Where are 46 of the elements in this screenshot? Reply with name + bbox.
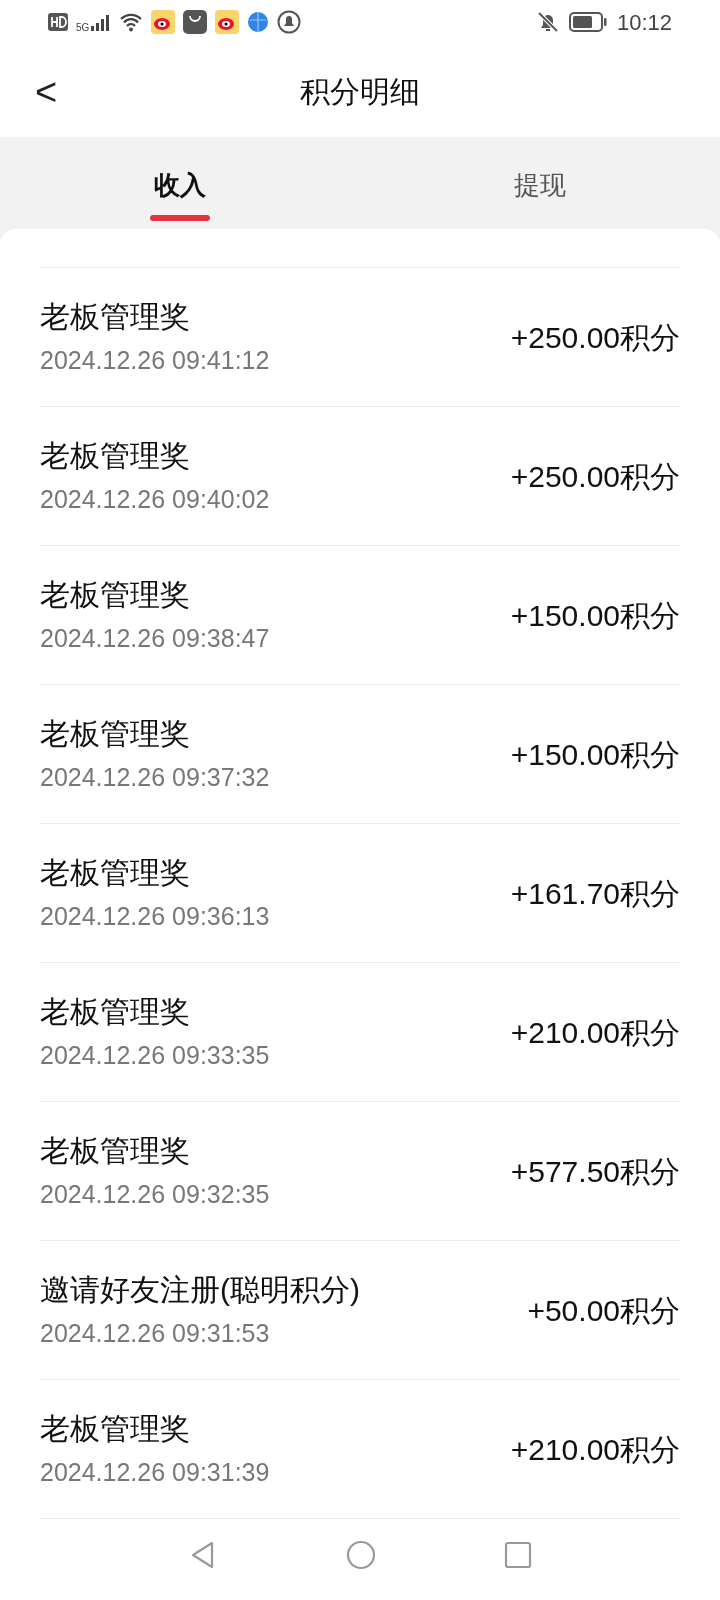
record-title: 老板管理奖 — [40, 855, 191, 892]
record-title: 老板管理奖 — [40, 1411, 191, 1448]
record-amount: +50.00积分 — [527, 1292, 680, 1329]
globe-icon — [247, 11, 270, 34]
recent-apps-icon[interactable] — [504, 1540, 532, 1569]
record-title: 老板管理奖 — [40, 716, 191, 753]
record-title: 老板管理奖 — [40, 994, 191, 1031]
record-amount: +250.00积分 — [510, 319, 680, 356]
record-time: 2024.12.26 09:31:53 — [40, 1318, 271, 1350]
record-time: 2024.12.26 09:40:02 — [40, 484, 270, 516]
signal-icon — [91, 13, 112, 32]
wifi-icon — [119, 12, 144, 33]
clock-text: 10:12 — [616, 8, 672, 37]
record-title: 老板管理奖 — [40, 577, 191, 614]
record-time: 2024.12.26 09:36:13 — [40, 901, 270, 933]
record-title: 邀请好友注册(聪明积分) — [40, 1272, 360, 1309]
record-amount: +577.50积分 — [510, 1153, 680, 1190]
bell-muted-icon — [536, 11, 559, 34]
network-label: 5G — [76, 20, 90, 35]
battery-icon — [568, 12, 607, 33]
record-time: 2024.12.26 09:41:12 — [40, 345, 270, 377]
bell-icon — [277, 10, 302, 35]
record-amount: +250.00积分 — [510, 458, 680, 495]
record-amount: +150.00积分 — [510, 736, 680, 773]
tab[interactable]: 提现 — [514, 165, 566, 205]
record-time: 2024.12.26 09:37:32 — [40, 762, 270, 794]
tab-indicator — [150, 215, 210, 222]
record-time: 2024.12.26 09:32:35 — [40, 1179, 270, 1211]
record-amount: +210.00积分 — [510, 1014, 680, 1051]
back-button[interactable]: < — [28, 66, 64, 117]
record-amount: +161.70积分 — [510, 875, 680, 912]
record-time: 2024.12.26 09:31:39 — [40, 1457, 270, 1489]
record-amount: +210.00积分 — [510, 1431, 680, 1468]
tab[interactable]: 收入 — [154, 165, 206, 205]
record-title: 老板管理奖 — [40, 299, 191, 336]
app-icon — [151, 10, 176, 35]
record-title: 老板管理奖 — [40, 438, 191, 475]
record-amount: +150.00积分 — [510, 597, 680, 634]
bag-icon — [183, 10, 208, 35]
hd-icon — [48, 13, 68, 32]
record-time: 2024.12.26 09:33:35 — [40, 1040, 270, 1072]
record-time: 2024.12.26 09:38:47 — [40, 623, 270, 655]
record-title: 老板管理奖 — [40, 1133, 191, 1170]
home-nav-icon[interactable] — [346, 1539, 376, 1570]
app-icon — [215, 10, 240, 35]
page-title: 积分明细 — [300, 73, 420, 110]
